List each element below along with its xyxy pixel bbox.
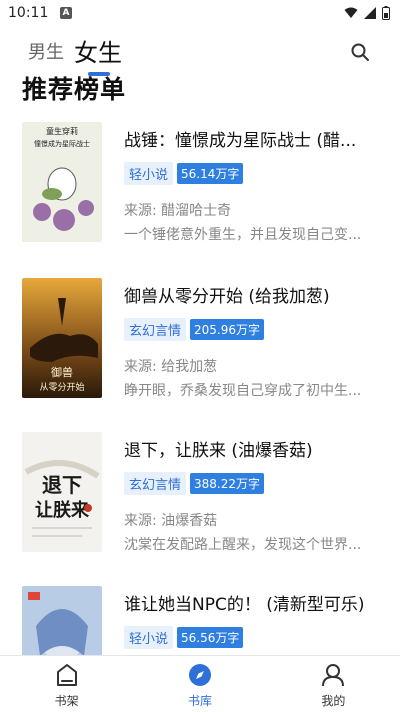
signal-icon [364,7,376,19]
svg-text:让朕来: 让朕来 [35,499,90,521]
word-count-badge: 205.96万字 [190,319,265,340]
book-tags: 玄幻言情 205.96万字 [124,318,265,341]
book-item[interactable]: 童生穿莉 憧憬成为星际战士 战锤：憧憬成为星际战士 (醋... 轻小说 56.1… [0,120,400,244]
nav-mine[interactable]: 我的 [267,656,400,712]
svg-text:退下: 退下 [42,473,82,497]
category-tag: 玄幻言情 [124,318,187,341]
svg-text:御兽: 御兽 [51,365,73,379]
bottom-nav: 书架 书库 我的 [0,655,400,712]
book-description: 沈棠在发配路上醒来，发现这个世界... [124,537,362,553]
section-title: 推荐榜单 [22,75,127,104]
category-tag: 轻小说 [124,162,174,185]
category-tag: 玄幻言情 [124,472,187,495]
book-title: 谁让她当NPC的！ (清新型可乐) [124,595,365,615]
word-count-badge: 56.56万字 [177,627,244,648]
compass-icon [188,664,211,686]
book-title: 退下，让朕来 (油爆香菇) [124,441,313,461]
word-count-badge: 56.14万字 [177,163,244,184]
nav-shelf-label: 书架 [54,694,79,708]
nav-mine-label: 我的 [321,694,346,708]
tab-female-label: 女生 [74,39,122,67]
status-bar: 10:11 A [0,0,400,28]
svg-text:憧憬成为星际战士: 憧憬成为星际战士 [34,139,90,148]
book-cover: 退下 让朕来 [22,432,102,552]
book-item[interactable]: 退下 让朕来 退下，让朕来 (油爆香菇) 玄幻言情 388.22万字 来源: 油… [0,430,400,554]
bookshelf-icon [56,664,77,686]
gender-tabs: 男生 女生 [28,33,122,76]
book-title: 御兽从零分开始 (给我加葱) [124,287,330,307]
book-tags: 轻小说 56.14万字 [124,162,244,185]
book-title: 战锤：憧憬成为星际战士 (醋... [124,131,357,151]
book-source: 来源: 油爆香菇 [124,513,218,529]
book-description: 睁开眼，乔桑发现自己穿成了初中生... [124,383,362,399]
book-source: 来源: 给我加葱 [124,359,218,375]
book-description: 一个锤佬意外重生，并且发现自己变... [124,227,362,243]
notification-icon: A [60,7,72,19]
book-item[interactable]: 御兽 从零分开始 御兽从零分开始 (给我加葱) 玄幻言情 205.96万字 来源… [0,276,400,400]
search-icon[interactable] [350,42,370,62]
svg-text:童生穿莉: 童生穿莉 [46,126,78,136]
book-source: 来源: 醋溜哈士奇 [124,203,232,219]
user-icon [322,664,345,687]
word-count-badge: 388.22万字 [190,473,265,494]
status-icons [344,6,390,20]
wifi-icon [344,7,358,18]
nav-library-label: 书库 [187,694,212,708]
book-cover: 御兽 从零分开始 [22,278,102,398]
status-time: 10:11 [8,5,49,21]
nav-library[interactable]: 书库 [133,656,266,712]
tab-female[interactable]: 女生 [74,33,122,76]
book-tags: 轻小说 56.56万字 [124,626,244,649]
battery-icon [382,6,390,20]
book-tags: 玄幻言情 388.22万字 [124,472,265,495]
tab-male[interactable]: 男生 [28,38,64,70]
svg-text:从零分开始: 从零分开始 [39,381,84,393]
book-cover: 童生穿莉 憧憬成为星际战士 [22,122,102,242]
nav-shelf[interactable]: 书架 [0,656,133,712]
category-tag: 轻小说 [124,626,174,649]
